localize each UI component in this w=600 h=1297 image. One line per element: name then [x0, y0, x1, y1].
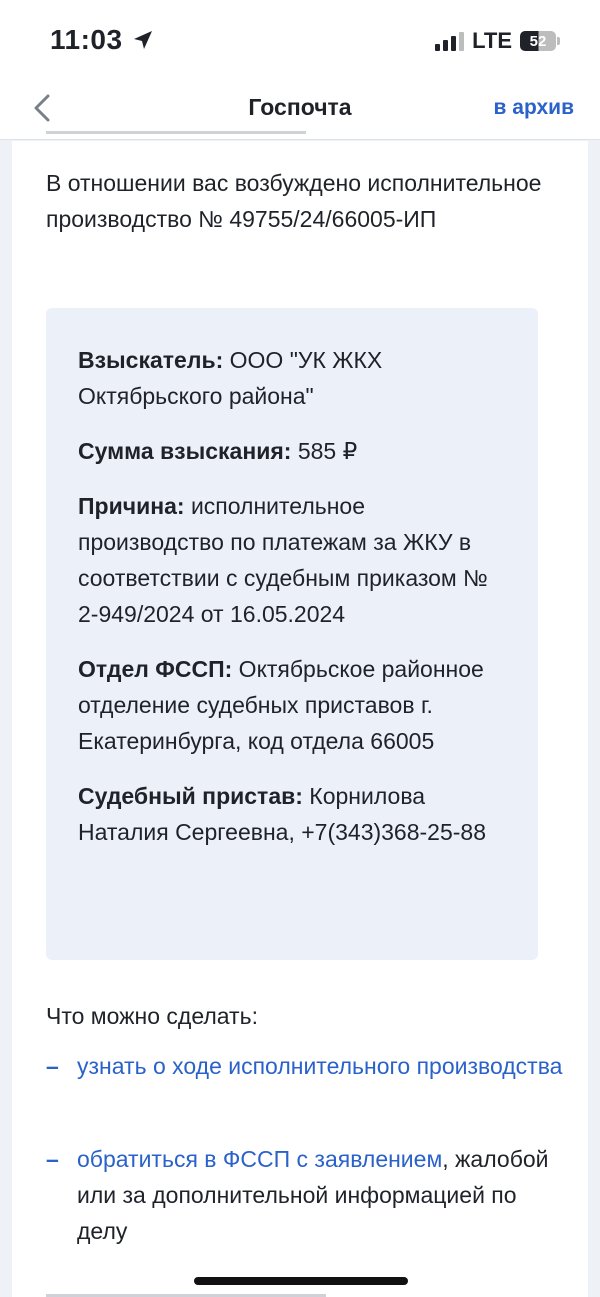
detail-label: Взыскатель:: [78, 347, 224, 373]
home-indicator[interactable]: [194, 1277, 408, 1285]
detail-reason: Причина: исполнительное производство по …: [78, 488, 508, 632]
network-type: LTE: [472, 28, 512, 53]
battery-icon: 52: [520, 31, 560, 51]
contact-fssp-link[interactable]: обратиться в ФССП с заявлением: [77, 1146, 442, 1172]
action-item-track-proceedings: – узнать о ходе исполнительного производ…: [46, 1048, 566, 1084]
detail-bailiff: Судебный пристав: Корнилова Наталия Серг…: [78, 778, 508, 850]
detail-fssp-department: Отдел ФССП: Октябрьское районное отделен…: [78, 651, 508, 759]
list-dash: –: [46, 1053, 59, 1079]
detail-label: Отдел ФССП:: [78, 656, 233, 682]
scrolled-text-remnant: [46, 127, 446, 145]
action-item-contact-fssp: – обратиться в ФССП с заявлением, жалобо…: [46, 1141, 566, 1249]
scrolled-text-remnant-bottom: [46, 1291, 326, 1297]
case-details-box: Взыскатель: ООО "УК ЖКХ Октябрьского рай…: [46, 308, 538, 960]
location-arrow-icon: [133, 31, 152, 49]
status-bar: 11:03 LTE 52: [0, 0, 600, 80]
battery-level: 52: [520, 31, 556, 51]
detail-claimant: Взыскатель: ООО "УК ЖКХ Октябрьского рай…: [78, 342, 508, 414]
message-card: В отношении вас возбуждено исполнительно…: [12, 131, 588, 1297]
status-indicators: LTE 52: [435, 28, 560, 54]
detail-label: Сумма взыскания:: [78, 438, 292, 464]
cellular-signal-icon: [435, 31, 465, 51]
detail-value: 585 ₽: [291, 438, 358, 464]
track-proceedings-link[interactable]: узнать о ходе исполнительного производст…: [77, 1053, 562, 1079]
detail-label: Судебный пристав:: [78, 783, 303, 809]
status-time-group: 11:03: [50, 24, 155, 56]
list-dash: –: [46, 1146, 59, 1172]
detail-amount: Сумма взыскания: 585 ₽: [78, 433, 508, 469]
archive-button[interactable]: в архив: [494, 96, 574, 120]
detail-label: Причина:: [78, 493, 185, 519]
status-time: 11:03: [50, 24, 123, 55]
actions-heading: Что можно сделать:: [46, 1003, 258, 1029]
message-intro: В отношении вас возбуждено исполнительно…: [46, 170, 542, 232]
